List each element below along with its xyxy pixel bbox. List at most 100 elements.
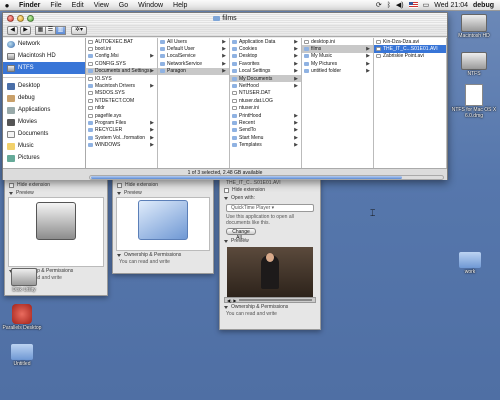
list-item[interactable]: System Vol...formation ▶ bbox=[86, 134, 157, 141]
desktop-icon-parallels[interactable]: Parallels Desktop bbox=[0, 304, 44, 331]
list-item[interactable]: AUTOEXEC.BAT bbox=[86, 38, 157, 45]
list-item[interactable]: My Music ▶ bbox=[302, 53, 373, 60]
desktop-icon-macintosh-hd[interactable]: Macintosh HD bbox=[452, 14, 496, 39]
column-view-button[interactable]: ▥ bbox=[55, 25, 66, 35]
desktop-icon-dmg[interactable]: NTFS for Mac OS X 6.0.dmg bbox=[450, 84, 498, 119]
sync-icon[interactable]: ⟳ bbox=[376, 1, 382, 9]
disclosure-triangle-icon[interactable] bbox=[224, 196, 228, 200]
list-item[interactable]: desktop.ini bbox=[302, 38, 373, 45]
sidebar-item-debug[interactable]: debug bbox=[3, 92, 85, 104]
list-item[interactable]: Zabriskie Point.avi bbox=[374, 53, 446, 60]
menu-edit[interactable]: Edit bbox=[67, 2, 89, 9]
disclosure-triangle-icon[interactable] bbox=[117, 191, 121, 195]
list-item[interactable]: Kin-Dza-Dza.avi bbox=[374, 38, 446, 45]
list-item[interactable]: LocalService ▶ bbox=[158, 53, 229, 60]
column-5[interactable]: Kin-Dza-Dza.avi THE_IT_C...S01E01.AVI Zabr… bbox=[374, 38, 447, 168]
change-all-button[interactable]: Change All... bbox=[226, 228, 256, 241]
sidebar-item-documents[interactable]: Documents bbox=[3, 128, 85, 140]
sidebar-item-ntfs[interactable]: NTFS bbox=[3, 62, 85, 74]
list-item[interactable]: Start Menu ▶ bbox=[230, 134, 301, 141]
list-item[interactable]: NTUSER.DAT bbox=[230, 90, 301, 97]
list-item[interactable]: boot.ini bbox=[86, 45, 157, 52]
ownership-section[interactable]: Ownership & Permissions bbox=[113, 251, 213, 259]
list-item[interactable]: Program Files ▶ bbox=[86, 119, 157, 126]
list-item[interactable]: Paragon ▶ bbox=[158, 67, 229, 75]
title-bar[interactable]: films bbox=[3, 13, 447, 24]
back-button[interactable]: ◀ bbox=[7, 25, 18, 35]
sidebar-item-network[interactable]: Network bbox=[3, 38, 85, 50]
list-item[interactable]: MSDOS.SYS bbox=[86, 90, 157, 97]
disclosure-triangle-icon[interactable] bbox=[9, 191, 13, 195]
desktop-icon-ntfs[interactable]: NTFS bbox=[452, 52, 496, 77]
list-item[interactable]: NetworkService ▶ bbox=[158, 60, 229, 67]
open-with-select[interactable]: QuickTime Player ▾ bbox=[226, 204, 314, 212]
sidebar-item-pictures[interactable]: Pictures bbox=[3, 152, 85, 164]
list-item[interactable]: RECYCLER ▶ bbox=[86, 127, 157, 134]
forward-button[interactable]: ▶ bbox=[20, 25, 31, 35]
checkbox[interactable] bbox=[117, 182, 122, 188]
preview-section[interactable]: Preview bbox=[113, 189, 213, 197]
sidebar-item-macintosh-hd[interactable]: Macintosh HD bbox=[3, 50, 85, 62]
list-item[interactable]: NTDETECT.COM bbox=[86, 97, 157, 104]
list-item[interactable]: Favorites ▶ bbox=[230, 60, 301, 67]
movie-scrubber[interactable] bbox=[238, 299, 312, 301]
volume-icon[interactable]: ◀) bbox=[227, 298, 231, 303]
hide-extension-row[interactable]: Hide extension bbox=[220, 186, 320, 194]
clock[interactable]: Wed 21:04 bbox=[434, 2, 468, 9]
sidebar-item-applications[interactable]: Applications bbox=[3, 104, 85, 116]
list-item[interactable]: Recent ▶ bbox=[230, 119, 301, 126]
desktop-icon-untitled[interactable]: Untitled bbox=[0, 344, 44, 367]
list-item[interactable]: films ▶ bbox=[302, 45, 373, 53]
list-item[interactable]: untitled folder ▶ bbox=[302, 68, 373, 75]
action-menu-button[interactable]: ✲▾ bbox=[71, 25, 87, 35]
desktop-icon-work[interactable]: work bbox=[448, 252, 492, 275]
menu-finder[interactable]: Finder bbox=[14, 2, 45, 9]
list-item[interactable]: My Pictures ▶ bbox=[302, 60, 373, 67]
desktop-icon-disk-utility[interactable]: Disk Utility bbox=[2, 268, 46, 293]
list-item[interactable]: Templates ▶ bbox=[230, 141, 301, 148]
ownership-section[interactable]: Ownership & Permissions bbox=[220, 303, 320, 311]
bluetooth-icon[interactable]: ᛒ bbox=[387, 2, 391, 9]
sidebar-item-movies[interactable]: Movies bbox=[3, 116, 85, 128]
preview-section[interactable]: Preview bbox=[220, 237, 320, 245]
list-item[interactable]: Macintosh Drivers ▶ bbox=[86, 82, 157, 89]
play-icon[interactable]: ▶ bbox=[233, 298, 236, 303]
list-item[interactable]: Application Data ▶ bbox=[230, 38, 301, 45]
list-item[interactable]: pagefile.sys bbox=[86, 112, 157, 119]
list-item[interactable]: ntuser.dat.LOG bbox=[230, 97, 301, 104]
list-item[interactable]: WINDOWS ▶ bbox=[86, 141, 157, 148]
list-item[interactable]: Desktop ▶ bbox=[230, 53, 301, 60]
file-name-field[interactable]: THE_IT_C...S01E01.AVI bbox=[220, 179, 320, 186]
list-item[interactable]: ntuser.ini bbox=[230, 105, 301, 112]
user-menu[interactable]: debug bbox=[473, 2, 494, 9]
sidebar-item-music[interactable]: Music bbox=[3, 140, 85, 152]
input-flag-icon[interactable] bbox=[408, 2, 418, 8]
list-item[interactable]: All Users ▶ bbox=[158, 38, 229, 45]
menu-view[interactable]: View bbox=[89, 2, 114, 9]
list-item[interactable]: SendTo ▶ bbox=[230, 127, 301, 134]
column-1[interactable]: AUTOEXEC.BAT boot.ini Config.Msi ▶ CONFIG.SY… bbox=[86, 38, 158, 168]
list-item[interactable]: ntldr bbox=[86, 105, 157, 112]
movie-preview[interactable] bbox=[227, 247, 313, 297]
list-item[interactable]: Local Settings ▶ bbox=[230, 68, 301, 75]
apple-menu-icon[interactable]: ● bbox=[0, 1, 14, 10]
menu-file[interactable]: File bbox=[45, 2, 66, 9]
list-item[interactable]: My Documents ▶ bbox=[230, 74, 301, 83]
preview-section[interactable]: Preview bbox=[5, 189, 107, 197]
volume-icon[interactable]: ◀) bbox=[396, 1, 404, 9]
list-item[interactable]: NetHood ▶ bbox=[230, 82, 301, 89]
menu-window[interactable]: Window bbox=[133, 2, 168, 9]
disclosure-triangle-icon[interactable] bbox=[224, 305, 228, 309]
checkbox[interactable] bbox=[9, 182, 14, 188]
battery-icon[interactable]: ▭ bbox=[423, 1, 430, 9]
list-item[interactable]: Cookies ▶ bbox=[230, 45, 301, 52]
list-item[interactable]: CONFIG.SYS bbox=[86, 60, 157, 67]
scrollbar-thumb[interactable] bbox=[91, 176, 402, 179]
sidebar-item-desktop[interactable]: Desktop bbox=[3, 80, 85, 92]
column-3[interactable]: Application Data ▶ Cookies ▶ Desktop ▶ Favorit… bbox=[230, 38, 302, 168]
disclosure-triangle-icon[interactable] bbox=[224, 239, 228, 243]
column-4[interactable]: desktop.ini films ▶ My Music ▶ My Pictures ▶ un… bbox=[302, 38, 374, 168]
disclosure-triangle-icon[interactable] bbox=[117, 253, 121, 257]
list-item[interactable]: Documents and Settings ▶ bbox=[86, 67, 157, 75]
list-item[interactable]: PrintHood ▶ bbox=[230, 112, 301, 119]
